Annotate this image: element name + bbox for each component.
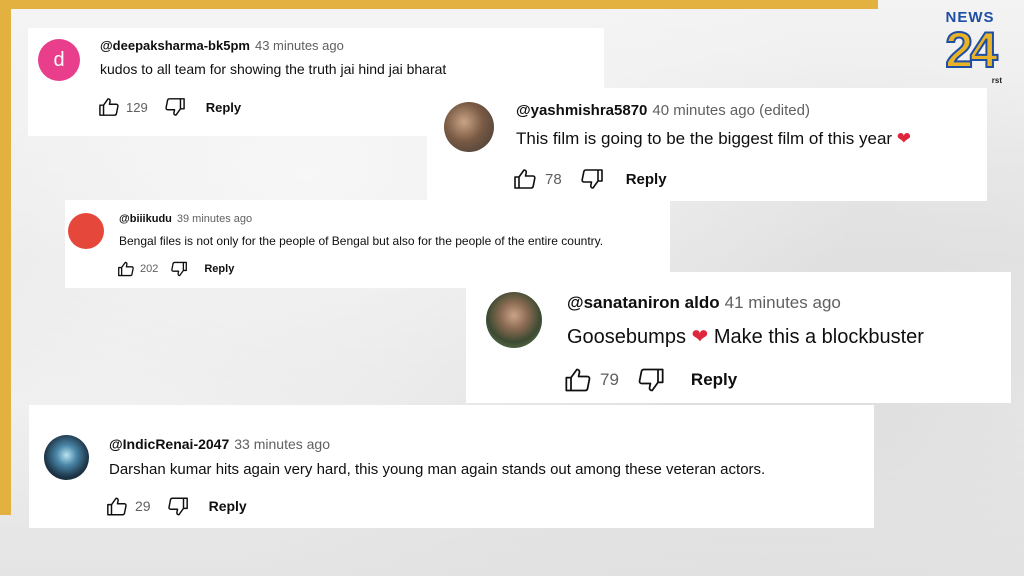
comment-card: @IndicRenai-2047 33 minutes ago Darshan k…: [29, 405, 874, 528]
comment-handle[interactable]: @IndicRenai-2047 33 minutes ago: [109, 436, 330, 452]
comment-time: 39 minutes ago: [176, 213, 253, 225]
comment-actions: 79 Reply: [564, 366, 737, 394]
like-count: 29: [135, 498, 151, 514]
reply-button[interactable]: Reply: [204, 263, 234, 275]
comment-time: 41 minutes ago: [724, 293, 841, 312]
news24-logo: NEWS 24 rst: [936, 10, 1004, 86]
comment-time: 43 minutes ago: [254, 38, 344, 53]
logo-tagline: rst: [991, 76, 1002, 85]
thumbs-up-icon[interactable]: [513, 168, 537, 190]
comment-handle[interactable]: @deepaksharma-bk5pm 43 minutes ago: [100, 38, 344, 53]
avatar[interactable]: [444, 102, 494, 152]
comment-text: kudos to all team for showing the truth …: [100, 61, 447, 77]
frame-top-bar: [0, 0, 878, 9]
like-count: 78: [545, 170, 562, 188]
thumbs-down-icon[interactable]: [164, 97, 186, 117]
thumbs-down-icon[interactable]: [167, 496, 189, 517]
comment-text: Goosebumps ❤ Make this a blockbuster: [567, 326, 924, 348]
comment-time: 40 minutes ago (edited): [652, 102, 810, 119]
avatar[interactable]: [44, 435, 89, 480]
thumbs-down-icon[interactable]: [580, 168, 604, 190]
reply-button[interactable]: Reply: [206, 100, 241, 115]
thumbs-up-icon[interactable]: [117, 261, 135, 277]
comment-handle[interactable]: @biiikudu 39 minutes ago: [119, 213, 252, 225]
like-count: 79: [600, 370, 619, 389]
comment-actions: 78 Reply: [513, 167, 667, 191]
avatar[interactable]: d: [38, 39, 80, 81]
reply-button[interactable]: Reply: [626, 171, 667, 188]
thumbs-up-icon[interactable]: [564, 367, 592, 393]
logo-number: 24: [944, 22, 999, 78]
comment-time: 33 minutes ago: [234, 436, 330, 452]
like-count: 202: [140, 263, 159, 275]
comment-actions: 29 Reply: [106, 495, 247, 517]
thumbs-down-icon[interactable]: [637, 367, 665, 393]
comment-handle[interactable]: @yashmishra5870 40 minutes ago (edited): [516, 102, 810, 119]
thumbs-up-icon[interactable]: [106, 496, 128, 517]
heart-icon: ❤: [691, 326, 709, 348]
avatar[interactable]: [486, 292, 542, 348]
thumbs-up-icon[interactable]: [98, 97, 120, 117]
comment-text: Darshan kumar hits again very hard, this…: [109, 461, 766, 478]
comment-text: This film is going to be the biggest fil…: [516, 129, 912, 148]
reply-button[interactable]: Reply: [691, 370, 737, 390]
comment-card: @yashmishra5870 40 minutes ago (edited) T…: [427, 88, 987, 201]
frame-left-bar: [0, 0, 11, 515]
avatar[interactable]: [68, 213, 104, 249]
comment-text: Bengal files is not only for the people …: [119, 234, 604, 248]
comment-handle[interactable]: @sanataniron aldo 41 minutes ago: [567, 293, 841, 313]
comment-card: @sanataniron aldo 41 minutes ago Goosebum…: [466, 272, 1011, 403]
like-count: 129: [126, 99, 148, 115]
thumbs-down-icon[interactable]: [170, 261, 188, 277]
reply-button[interactable]: Reply: [209, 498, 247, 514]
comment-actions: 202 Reply: [117, 260, 234, 278]
heart-icon: ❤: [896, 129, 912, 148]
comment-actions: 129 Reply: [98, 96, 241, 118]
avatar-letter: d: [53, 49, 65, 71]
